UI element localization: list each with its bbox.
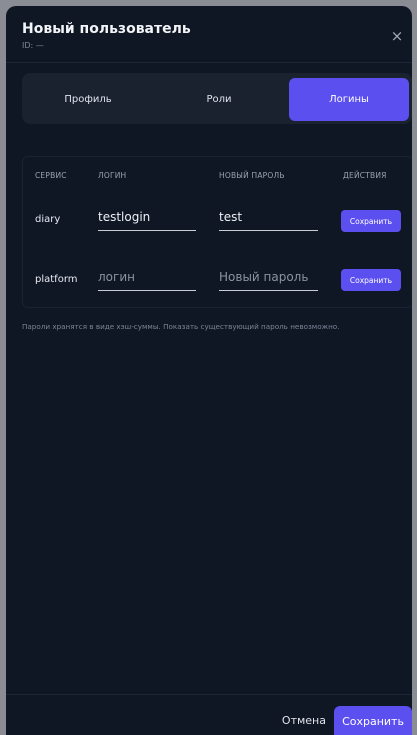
column-header-service: СЕРВИС — [35, 171, 67, 180]
modal-title: Новый пользователь — [22, 21, 191, 37]
row-diary-save-button[interactable]: Сохранить — [341, 210, 401, 232]
tab-bar: Профиль Роли Логины — [22, 73, 412, 124]
row-platform-login-field — [98, 266, 196, 291]
logins-table: СЕРВИС ЛОГИН НОВЫЙ ПАРОЛЬ ДЕЙСТВИЯ diary… — [22, 156, 412, 308]
cancel-button[interactable]: Отмена — [282, 714, 326, 727]
modal-header: Новый пользователь ID: — × — [6, 6, 412, 63]
row-diary-login-input[interactable] — [98, 206, 196, 228]
close-icon[interactable]: × — [388, 27, 406, 45]
user-id-label: ID: — — [22, 41, 44, 50]
tab-roles[interactable]: Роли — [154, 78, 284, 121]
row-diary-password-field — [219, 206, 318, 231]
user-modal: Новый пользователь ID: — × Профиль Роли … — [6, 6, 412, 735]
row-platform-login-input[interactable] — [98, 266, 196, 288]
column-header-login: ЛОГИН — [98, 171, 127, 180]
save-button[interactable]: Сохранить — [334, 706, 412, 735]
password-hint: Пароли хранятся в виде хэш-суммы. Показа… — [22, 322, 340, 331]
tab-logins[interactable]: Логины — [289, 78, 409, 121]
column-header-new-password: НОВЫЙ ПАРОЛЬ — [219, 171, 285, 180]
row-platform-password-input[interactable] — [219, 266, 318, 288]
row-diary-service: diary — [35, 214, 61, 225]
column-header-actions: ДЕЙСТВИЯ — [343, 171, 387, 180]
row-platform-service: platform — [35, 274, 78, 285]
row-platform-password-field — [219, 266, 318, 291]
modal-footer: Отмена Сохранить — [6, 694, 412, 735]
row-diary-password-input[interactable] — [219, 206, 318, 228]
row-platform-save-button[interactable]: Сохранить — [341, 269, 401, 291]
tab-profile[interactable]: Профиль — [22, 78, 154, 121]
row-diary-login-field — [98, 206, 196, 231]
